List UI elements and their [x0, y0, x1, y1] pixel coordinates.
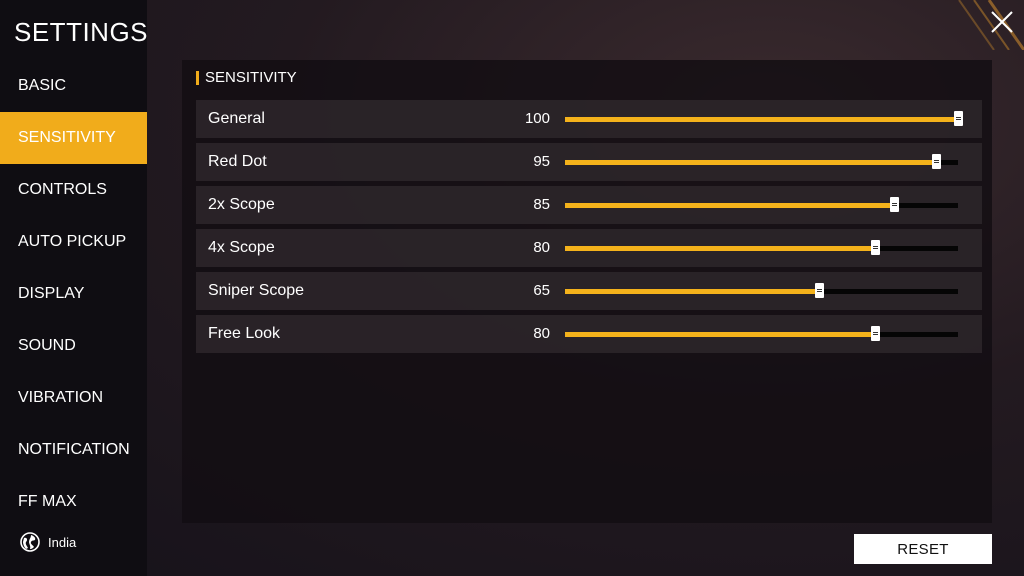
- row-value: 80: [533, 239, 550, 256]
- row-value: 65: [533, 282, 550, 299]
- sensitivity-row-red-dot: Red Dot 95: [196, 143, 982, 181]
- settings-title: SETTINGS: [14, 17, 149, 47]
- slider-fill: [565, 160, 936, 165]
- header-accent-bar: [196, 70, 199, 85]
- sidebar-item-label: CONTROLS: [18, 181, 107, 198]
- row-label: 2x Scope: [208, 196, 275, 213]
- sidebar-item-notification[interactable]: NOTIFICATION: [0, 424, 147, 476]
- slider-fill: [565, 203, 895, 208]
- slider-track[interactable]: [565, 240, 958, 255]
- sidebar-menu: BASIC SENSITIVITY CONTROLS AUTO PICKUP D…: [0, 60, 147, 506]
- sidebar-item-label: SENSITIVITY: [18, 129, 116, 146]
- sidebar-item-vibration[interactable]: VIBRATION: [0, 372, 147, 424]
- sidebar-item-label: VIBRATION: [18, 389, 104, 406]
- sensitivity-panel: SENSITIVITY General 100 Red Dot 95 2x Sc…: [182, 60, 992, 523]
- sensitivity-row-general: General 100: [196, 100, 982, 138]
- slider-thumb[interactable]: [814, 283, 824, 298]
- sidebar-item-auto-pickup[interactable]: AUTO PICKUP: [0, 216, 147, 268]
- slider-fill: [565, 246, 875, 251]
- slider-fill: [565, 117, 958, 122]
- slider-fill: [565, 332, 875, 337]
- reset-button[interactable]: RESET: [854, 534, 992, 564]
- slider-thumb[interactable]: [954, 111, 963, 126]
- sensitivity-row-sniper-scope: Sniper Scope 65: [196, 272, 982, 310]
- sidebar-item-label: BASIC: [18, 77, 67, 94]
- sidebar-item-sound[interactable]: SOUND: [0, 320, 147, 372]
- panel-header: SENSITIVITY: [196, 69, 297, 86]
- region-selector[interactable]: India: [20, 532, 76, 552]
- sidebar-item-basic[interactable]: BASIC: [0, 60, 147, 112]
- sensitivity-row-4x-scope: 4x Scope 80: [196, 229, 982, 267]
- sidebar: SETTINGS BASIC SENSITIVITY CONTROLS AUTO…: [0, 0, 149, 576]
- sidebar-item-display[interactable]: DISPLAY: [0, 268, 147, 320]
- sidebar-item-controls[interactable]: CONTROLS: [0, 164, 147, 216]
- sidebar-item-label: FF MAX: [18, 493, 77, 506]
- sidebar-item-sensitivity[interactable]: SENSITIVITY: [0, 112, 147, 164]
- slider-thumb[interactable]: [931, 154, 941, 169]
- sensitivity-row-2x-scope: 2x Scope 85: [196, 186, 982, 224]
- slider-thumb[interactable]: [870, 326, 880, 341]
- row-label: General: [208, 110, 265, 127]
- sensitivity-rows: General 100 Red Dot 95 2x Scope 85 4x Sc…: [196, 100, 982, 358]
- row-label: Red Dot: [208, 153, 267, 170]
- sensitivity-row-free-look: Free Look 80: [196, 315, 982, 353]
- slider-track[interactable]: [565, 111, 963, 126]
- row-label: Sniper Scope: [208, 282, 305, 299]
- sidebar-item-label: DISPLAY: [18, 285, 85, 302]
- region-label: India: [48, 534, 77, 550]
- sidebar-item-label: NOTIFICATION: [18, 441, 130, 458]
- slider-track[interactable]: [565, 197, 958, 212]
- slider-thumb[interactable]: [870, 240, 880, 255]
- slider-track[interactable]: [565, 326, 958, 341]
- slider-thumb[interactable]: [890, 197, 900, 212]
- slider-fill: [565, 289, 819, 294]
- close-icon[interactable]: [988, 8, 1016, 36]
- row-value: 100: [524, 110, 550, 127]
- row-label: 4x Scope: [208, 239, 275, 256]
- slider-track[interactable]: [565, 154, 958, 169]
- sidebar-item-label: AUTO PICKUP: [18, 233, 127, 250]
- row-label: Free Look: [208, 325, 281, 342]
- sidebar-item-label: SOUND: [18, 337, 76, 354]
- slider-track[interactable]: [565, 283, 958, 298]
- sidebar-item-ff-max[interactable]: FF MAX: [0, 476, 147, 506]
- row-value: 85: [533, 196, 550, 213]
- panel-title: SENSITIVITY: [205, 69, 297, 86]
- globe-icon: [20, 532, 40, 552]
- row-value: 80: [533, 325, 550, 342]
- row-value: 95: [533, 153, 550, 170]
